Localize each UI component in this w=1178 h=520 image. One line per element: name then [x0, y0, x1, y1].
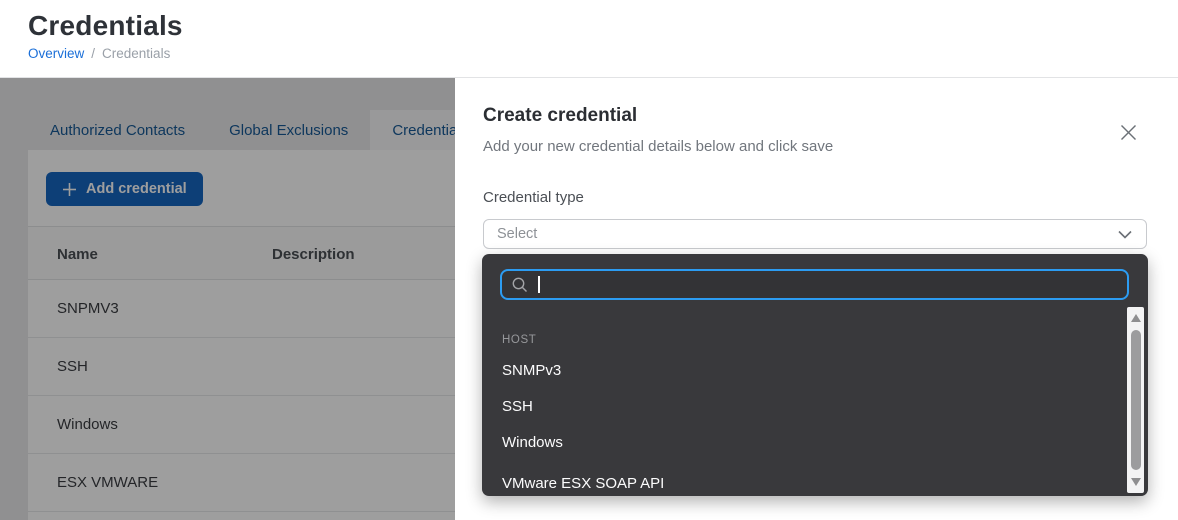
dropdown-option-snmpv3[interactable]: SNMPv3 [502, 362, 1108, 382]
breadcrumb-separator: / [91, 46, 95, 61]
dropdown-option-ssh[interactable]: SSH [502, 398, 1108, 418]
close-icon [1120, 124, 1137, 141]
panel-subtitle: Add your new credential details below an… [483, 138, 833, 155]
dropdown-option-windows[interactable]: Windows [502, 434, 1108, 454]
credential-type-dropdown: HOST SNMPv3 SSH Windows VMware ESX SOAP … [482, 254, 1148, 496]
credential-type-select[interactable]: Select [483, 219, 1147, 249]
breadcrumb: Overview / Credentials [28, 46, 170, 61]
scroll-up-arrow-icon[interactable] [1131, 314, 1141, 322]
select-placeholder: Select [497, 226, 537, 242]
page-header: Credentials Overview / Credentials [0, 0, 1178, 78]
dropdown-search-input[interactable] [500, 269, 1129, 300]
page-title: Credentials [28, 10, 183, 42]
scrollbar-thumb[interactable] [1131, 330, 1141, 470]
dropdown-group-label: HOST [502, 334, 536, 346]
breadcrumb-current: Credentials [102, 46, 170, 61]
dropdown-option-vmware-esx-soap-api[interactable]: VMware ESX SOAP API [502, 475, 1108, 495]
text-cursor [538, 276, 540, 293]
panel-title: Create credential [483, 105, 637, 127]
close-panel-button[interactable] [1115, 119, 1141, 145]
chevron-down-icon [1118, 230, 1132, 239]
create-credential-panel: Create credential Add your new credentia… [455, 78, 1178, 520]
scroll-down-arrow-icon[interactable] [1131, 478, 1141, 486]
dropdown-scrollbar[interactable] [1127, 307, 1144, 493]
breadcrumb-overview-link[interactable]: Overview [28, 46, 84, 61]
search-icon [511, 276, 529, 294]
workspace: Authorized Contacts Global Exclusions Cr… [0, 78, 1178, 520]
credential-type-label: Credential type [483, 189, 584, 206]
